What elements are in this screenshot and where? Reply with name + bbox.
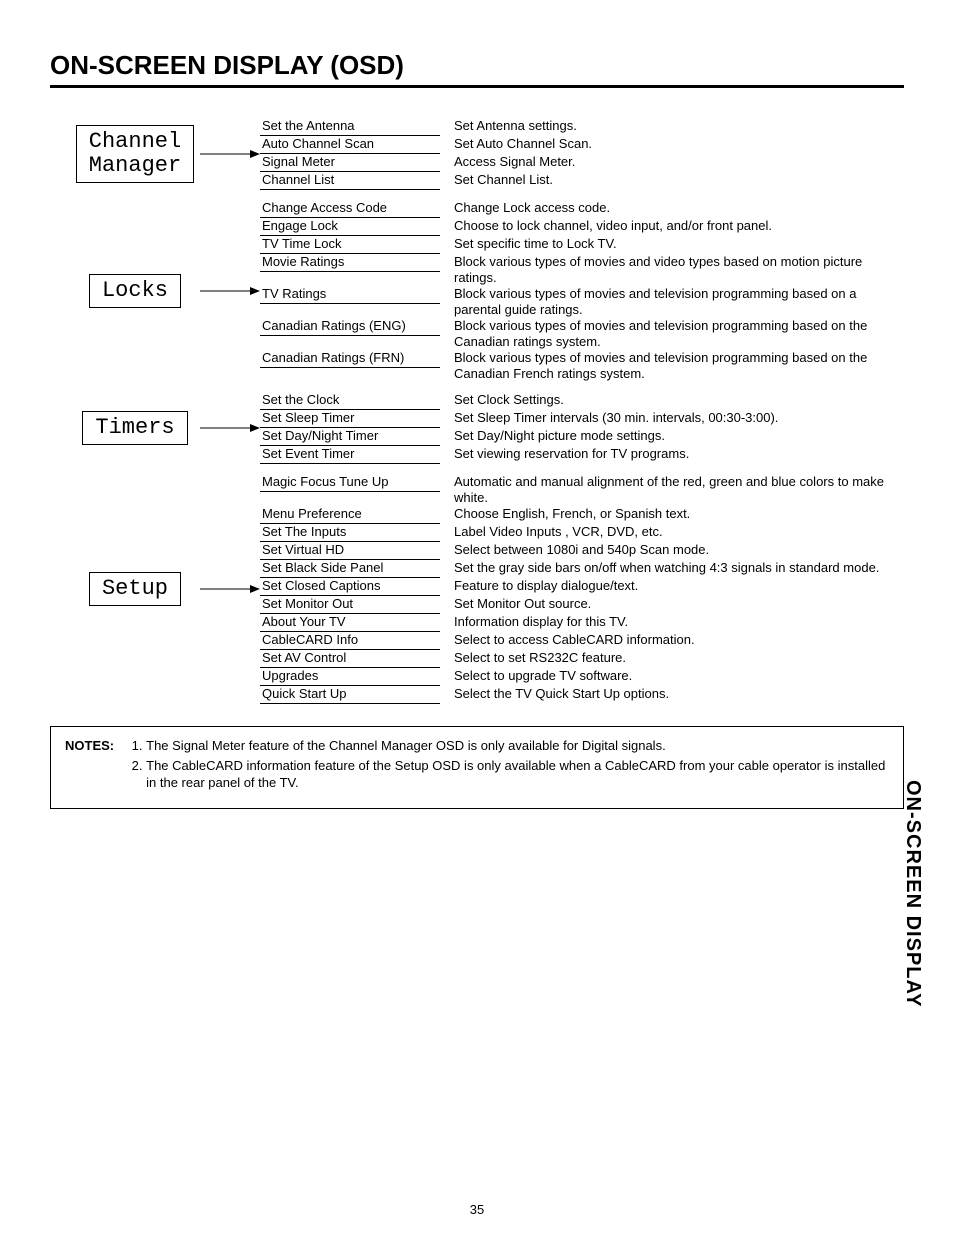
menu-item-label: Set Black Side Panel [260, 560, 440, 578]
menu-item-label: Set The Inputs [260, 524, 440, 542]
menu-item-label: Engage Lock [260, 218, 440, 236]
menu-item-label: Set Monitor Out [260, 596, 440, 614]
menu-item-desc: Set Day/Night picture mode settings. [454, 428, 904, 446]
menu-item-desc: Automatic and manual alignment of the re… [454, 474, 904, 506]
menu-item-label: Set Day/Night Timer [260, 428, 440, 446]
note-item: The Signal Meter feature of the Channel … [146, 737, 889, 755]
menu-item-label: Quick Start Up [260, 686, 440, 704]
menu-item-desc: Select the TV Quick Start Up options. [454, 686, 904, 704]
menu-item-label: Magic Focus Tune Up [260, 474, 440, 492]
menu-item-desc: Set Sleep Timer intervals (30 min. inter… [454, 410, 904, 428]
notes-label: NOTES: [65, 737, 114, 794]
menu-item-label: Set AV Control [260, 650, 440, 668]
arrow-icon [200, 148, 260, 160]
menu-item-desc: Set Channel List. [454, 172, 904, 190]
menu-item-desc: Set Clock Settings. [454, 392, 904, 410]
arrow-icon [200, 583, 260, 595]
osd-section: Timers Set the Clock Set Clock Settings.… [70, 392, 904, 464]
osd-section: Setup Magic Focus Tune Up Automatic and … [70, 474, 904, 704]
arrow-icon [200, 422, 260, 434]
menu-item-desc: Set specific time to Lock TV. [454, 236, 904, 254]
menu-item-desc: Select to upgrade TV software. [454, 668, 904, 686]
notes-list: The Signal Meter feature of the Channel … [146, 737, 889, 794]
category-box: Timers [82, 411, 187, 445]
items-table: Set the Clock Set Clock Settings. Set Sl… [260, 392, 904, 464]
menu-item-desc: Block various types of movies and televi… [454, 350, 904, 382]
category-box: Setup [89, 572, 181, 606]
arrow-icon [200, 285, 260, 297]
notes-box: NOTES: The Signal Meter feature of the C… [50, 726, 904, 809]
items-table: Change Access Code Change Lock access co… [260, 200, 904, 382]
menu-item-desc: Information display for this TV. [454, 614, 904, 632]
menu-item-desc: Access Signal Meter. [454, 154, 904, 172]
menu-item-label: Movie Ratings [260, 254, 440, 272]
menu-item-label: CableCARD Info [260, 632, 440, 650]
menu-item-desc: Select to set RS232C feature. [454, 650, 904, 668]
menu-item-desc: Block various types of movies and video … [454, 254, 904, 286]
menu-item-desc: Choose English, French, or Spanish text. [454, 506, 904, 524]
menu-item-label: Signal Meter [260, 154, 440, 172]
menu-item-desc: Block various types of movies and televi… [454, 286, 904, 318]
menu-item-desc: Set Antenna settings. [454, 118, 904, 136]
osd-section: Channel Manager Set the Antenna Set Ante… [70, 118, 904, 190]
osd-diagram: Channel Manager Set the Antenna Set Ante… [70, 118, 904, 704]
category-box: Locks [89, 274, 181, 308]
menu-item-desc: Label Video Inputs , VCR, DVD, etc. [454, 524, 904, 542]
menu-item-label: TV Time Lock [260, 236, 440, 254]
items-table: Set the Antenna Set Antenna settings. Au… [260, 118, 904, 190]
menu-item-label: Set Closed Captions [260, 578, 440, 596]
menu-item-label: Change Access Code [260, 200, 440, 218]
section-side-tab: ON-SCREEN DISPLAY [901, 780, 924, 1007]
menu-item-label: TV Ratings [260, 286, 440, 304]
menu-item-desc: Select between 1080i and 540p Scan mode. [454, 542, 904, 560]
menu-item-label: Channel List [260, 172, 440, 190]
menu-item-desc: Change Lock access code. [454, 200, 904, 218]
menu-item-label: Set the Clock [260, 392, 440, 410]
menu-item-label: About Your TV [260, 614, 440, 632]
menu-item-label: Set Virtual HD [260, 542, 440, 560]
note-item: The CableCARD information feature of the… [146, 757, 889, 792]
category-box: Channel Manager [76, 125, 194, 183]
items-table: Magic Focus Tune Up Automatic and manual… [260, 474, 904, 704]
menu-item-desc: Feature to display dialogue/text. [454, 578, 904, 596]
menu-item-desc: Block various types of movies and televi… [454, 318, 904, 350]
menu-item-desc: Set the gray side bars on/off when watch… [454, 560, 904, 578]
menu-item-desc: Set Auto Channel Scan. [454, 136, 904, 154]
menu-item-label: Canadian Ratings (ENG) [260, 318, 440, 336]
menu-item-label: Set the Antenna [260, 118, 440, 136]
osd-section: Locks Change Access Code Change Lock acc… [70, 200, 904, 382]
menu-item-label: Menu Preference [260, 506, 440, 524]
page-number: 35 [0, 1202, 954, 1217]
menu-item-label: Set Sleep Timer [260, 410, 440, 428]
menu-item-label: Upgrades [260, 668, 440, 686]
menu-item-desc: Select to access CableCARD information. [454, 632, 904, 650]
menu-item-desc: Choose to lock channel, video input, and… [454, 218, 904, 236]
menu-item-desc: Set viewing reservation for TV programs. [454, 446, 904, 464]
menu-item-label: Set Event Timer [260, 446, 440, 464]
menu-item-desc: Set Monitor Out source. [454, 596, 904, 614]
menu-item-label: Auto Channel Scan [260, 136, 440, 154]
page-title: ON-SCREEN DISPLAY (OSD) [50, 50, 904, 88]
menu-item-label: Canadian Ratings (FRN) [260, 350, 440, 368]
